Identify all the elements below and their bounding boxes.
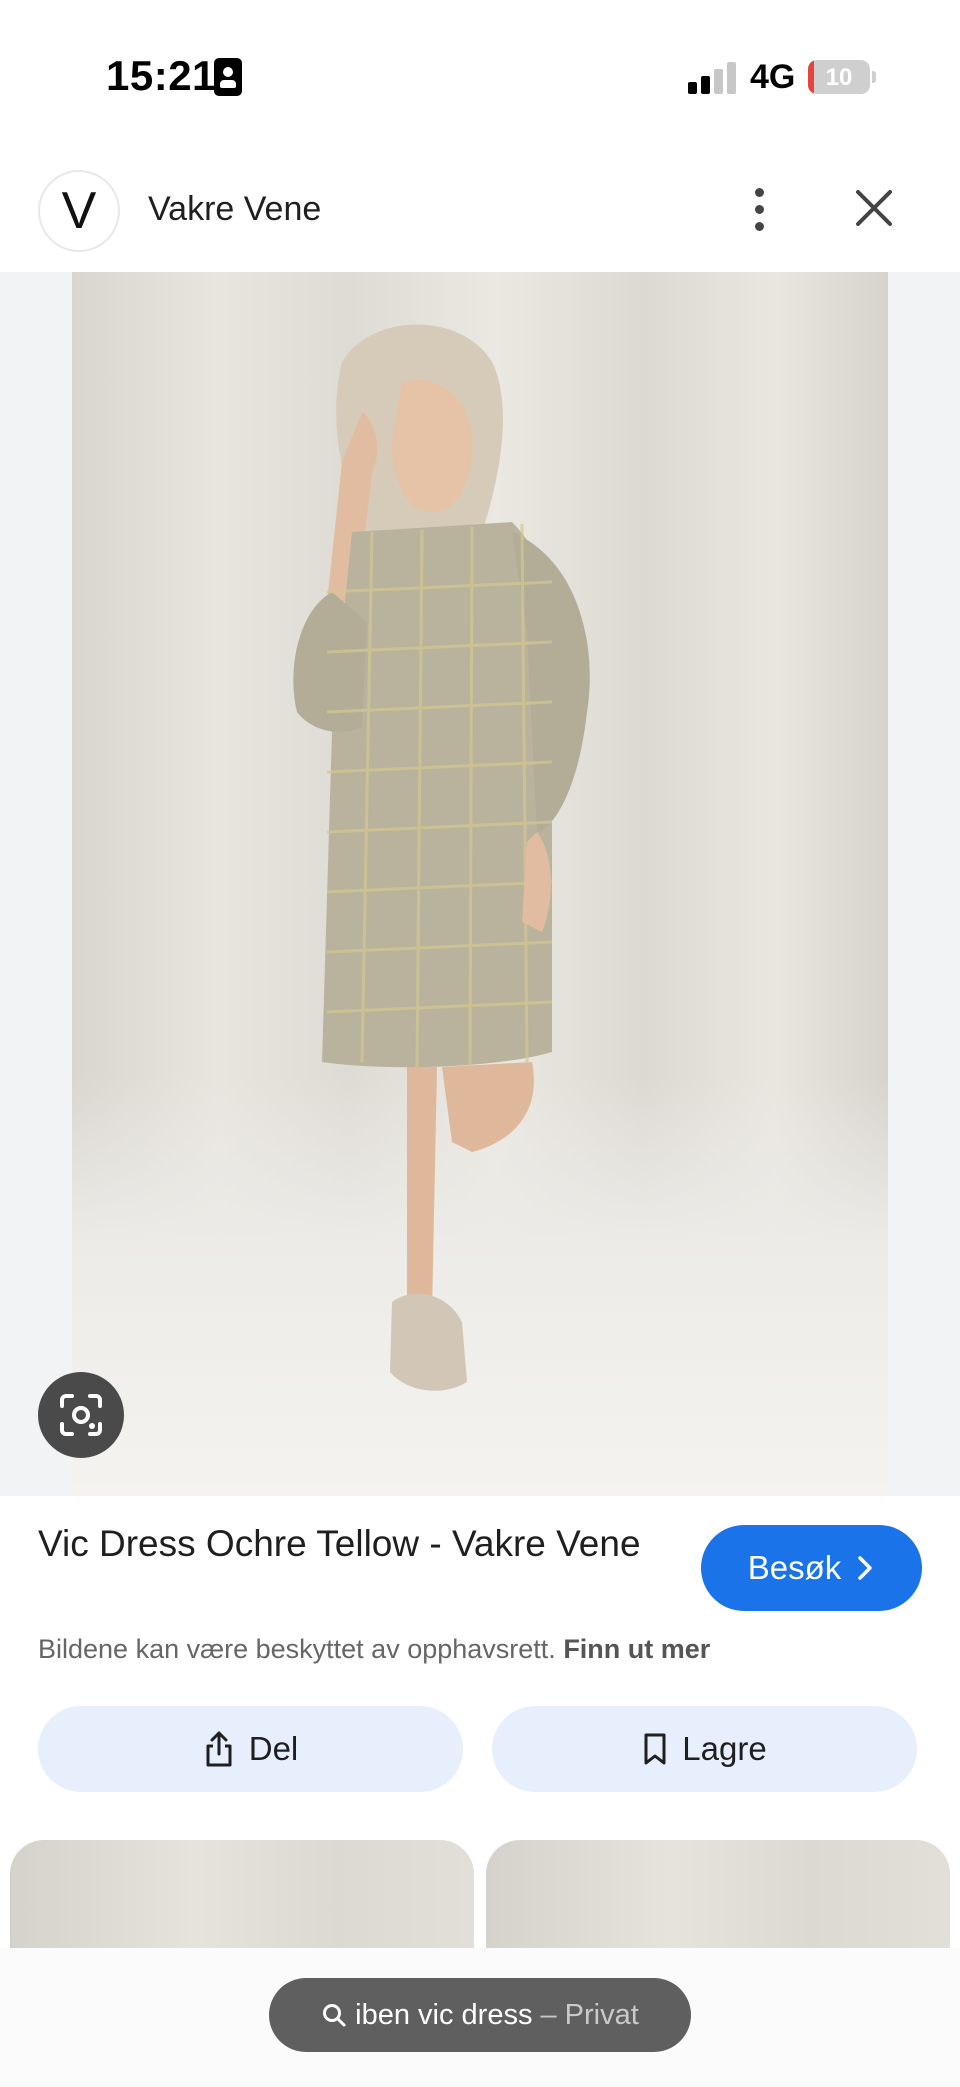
visit-button[interactable]: Besøk <box>701 1525 922 1611</box>
share-icon <box>206 1731 232 1767</box>
battery-cap <box>872 71 876 83</box>
site-name[interactable]: Vakre Vene <box>148 190 321 229</box>
product-photo[interactable] <box>72 272 888 1496</box>
save-button[interactable]: Lagre <box>492 1706 917 1792</box>
battery-level: 10 <box>825 64 853 91</box>
share-label: Del <box>248 1730 299 1767</box>
model-illustration <box>293 324 590 1391</box>
network-type: 4G <box>750 58 796 96</box>
image-preview-area <box>0 272 960 1496</box>
bookmark-icon <box>644 1733 666 1765</box>
status-bar: 15:21 4G 10 <box>0 0 960 150</box>
status-time: 15:21 <box>106 52 216 99</box>
contact-card-icon <box>214 58 242 96</box>
browsing-mode: – Privat <box>540 1998 639 2031</box>
copyright-notice: Bildene kan være beskyttet av opphavsret… <box>38 1634 710 1665</box>
google-lens-icon <box>60 1394 102 1436</box>
close-icon[interactable] <box>850 184 898 232</box>
viewer-header: V Vakre Vene <box>0 160 960 272</box>
share-button[interactable]: Del <box>38 1706 463 1792</box>
site-avatar[interactable]: V <box>38 170 120 252</box>
search-query-pill[interactable]: iben vic dress – Privat <box>269 1978 691 2052</box>
visit-label: Besøk <box>747 1549 842 1586</box>
chevron-right-icon <box>858 1556 873 1580</box>
image-viewer-page: 15:21 4G 10 V Vakre Vene Vic Dress Ochre… <box>0 0 960 2087</box>
google-lens-button[interactable] <box>38 1372 124 1458</box>
copyright-text: Bildene kan være beskyttet av opphavsret… <box>38 1634 556 1664</box>
learn-more-link[interactable]: Finn ut mer <box>563 1634 710 1664</box>
search-query: iben vic dress <box>355 1998 533 2031</box>
battery-icon: 10 <box>808 60 870 94</box>
more-vert-icon[interactable] <box>740 180 780 240</box>
save-label: Lagre <box>682 1730 767 1767</box>
cellular-signal-icon <box>688 62 736 94</box>
result-title[interactable]: Vic Dress Ochre Tellow - Vakre Vene <box>38 1520 658 1568</box>
search-icon <box>323 2004 346 2027</box>
